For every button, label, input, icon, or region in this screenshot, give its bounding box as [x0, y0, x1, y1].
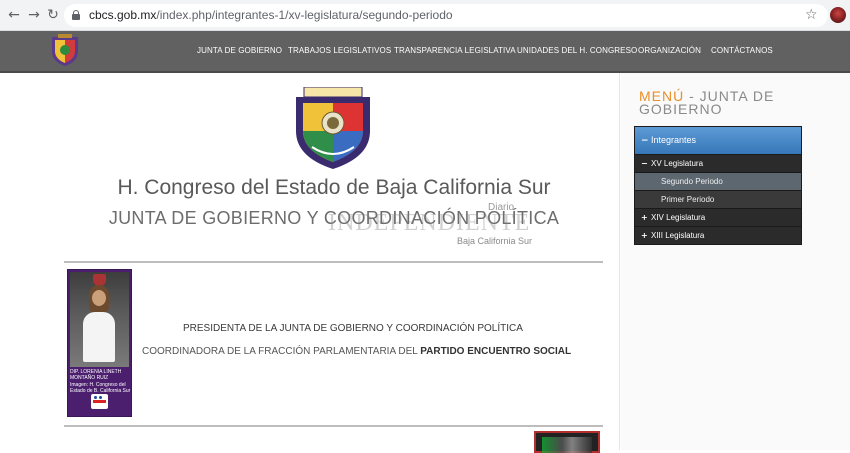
sidebar-heading: MENÚ - JUNTA DE GOBIERNO [639, 89, 819, 116]
main-content: H. Congreso del Estado de Baja Californi… [0, 73, 620, 453]
lock-icon [72, 10, 80, 20]
nav-contactanos[interactable]: CONTÁCTANOS [711, 46, 773, 55]
menu-item-label: Primer Periodo [661, 195, 715, 204]
nav-junta-de-gobierno[interactable]: JUNTA DE GOBIERNO [197, 46, 282, 55]
congress-crest-logo [296, 87, 370, 169]
expand-icon: + [641, 213, 648, 222]
forward-arrow-icon[interactable]: → [26, 7, 42, 23]
profile-photo [70, 272, 129, 367]
menu-item-xiv-legislatura[interactable]: + XIV Legislatura [635, 208, 801, 226]
menu-item-label: XV Legislatura [651, 159, 704, 168]
watermark-independiente: INDEPENDIENTE [328, 210, 531, 236]
browser-toolbar: ← → ↻ cbcs.gob.mx/index.php/integrantes-… [0, 0, 850, 31]
role-coordinadora-prefix: COORDINADORA DE LA FRACCIÓN PARLAMENTARI… [142, 346, 421, 357]
url-host: cbcs.gob.mx [89, 8, 157, 22]
address-bar[interactable]: cbcs.gob.mx/index.php/integrantes-1/xv-l… [64, 4, 828, 27]
collapse-icon: − [641, 159, 648, 168]
card-name-line2: MONTAÑO RUIZ [70, 375, 109, 381]
menu-item-xiii-legislatura[interactable]: + XIII Legislatura [635, 226, 801, 244]
menu-item-label: XIII Legislatura [651, 231, 705, 240]
reload-icon[interactable]: ↻ [45, 7, 61, 23]
nav-organizacion[interactable]: ORGANIZACIÓN [638, 46, 701, 55]
site-navbar: JUNTA DE GOBIERNO TRABAJOS LEGISLATIVOS … [0, 31, 850, 73]
role-presidenta: PRESIDENTA DE LA JUNTA DE GOBIERNO Y COO… [183, 323, 523, 334]
role-coordinadora: COORDINADORA DE LA FRACCIÓN PARLAMENTARI… [142, 346, 571, 357]
menu-item-primer-periodo[interactable]: Primer Periodo [635, 190, 801, 208]
sidebar: MENÚ - JUNTA DE GOBIERNO − Integrantes − X… [621, 73, 850, 450]
collapse-icon: − [641, 136, 649, 146]
watermark-region: Baja California Sur [457, 236, 533, 246]
menu-item-label: Segundo Periodo [661, 177, 723, 186]
page-title: H. Congreso del Estado de Baja Californi… [117, 176, 551, 199]
nav-transparencia-legislativa[interactable]: TRANSPARENCIA LEGISLATIVA [394, 46, 516, 55]
menu-item-segundo-periodo[interactable]: Segundo Periodo [635, 172, 801, 190]
divider-bottom [64, 425, 603, 427]
party-name: PARTIDO ENCUENTRO SOCIAL [420, 346, 572, 357]
url-path: /index.php/integrantes-1/xv-legislatura/… [156, 8, 453, 22]
menu-item-label: Integrantes [651, 135, 697, 145]
congress-logo-icon[interactable] [49, 33, 81, 67]
menu-item-label: XIV Legislatura [651, 213, 706, 222]
bookmark-star-icon[interactable]: ☆ [805, 7, 818, 23]
sidebar-menu: − Integrantes − XV Legislatura Segundo Per… [634, 126, 802, 245]
expand-icon: + [641, 231, 648, 240]
party-logo-icon [91, 394, 108, 409]
url-text: cbcs.gob.mx/index.php/integrantes-1/xv-l… [89, 8, 453, 22]
profile-avatar[interactable] [830, 7, 846, 23]
back-arrow-icon[interactable]: ← [6, 7, 22, 23]
divider-top [64, 261, 603, 263]
menu-item-integrantes[interactable]: − Integrantes [635, 127, 801, 154]
profile-card: DIP. LORENIA LINETH MONTAÑO RUIZ Imagen:… [67, 269, 132, 417]
nav-unidades-del-congreso[interactable]: UNIDADES DEL H. CONGRESO [517, 46, 637, 55]
menu-item-xv-legislatura[interactable]: − XV Legislatura [635, 154, 801, 172]
nav-trabajos-legislativos[interactable]: TRABAJOS LEGISLATIVOS [288, 46, 391, 55]
